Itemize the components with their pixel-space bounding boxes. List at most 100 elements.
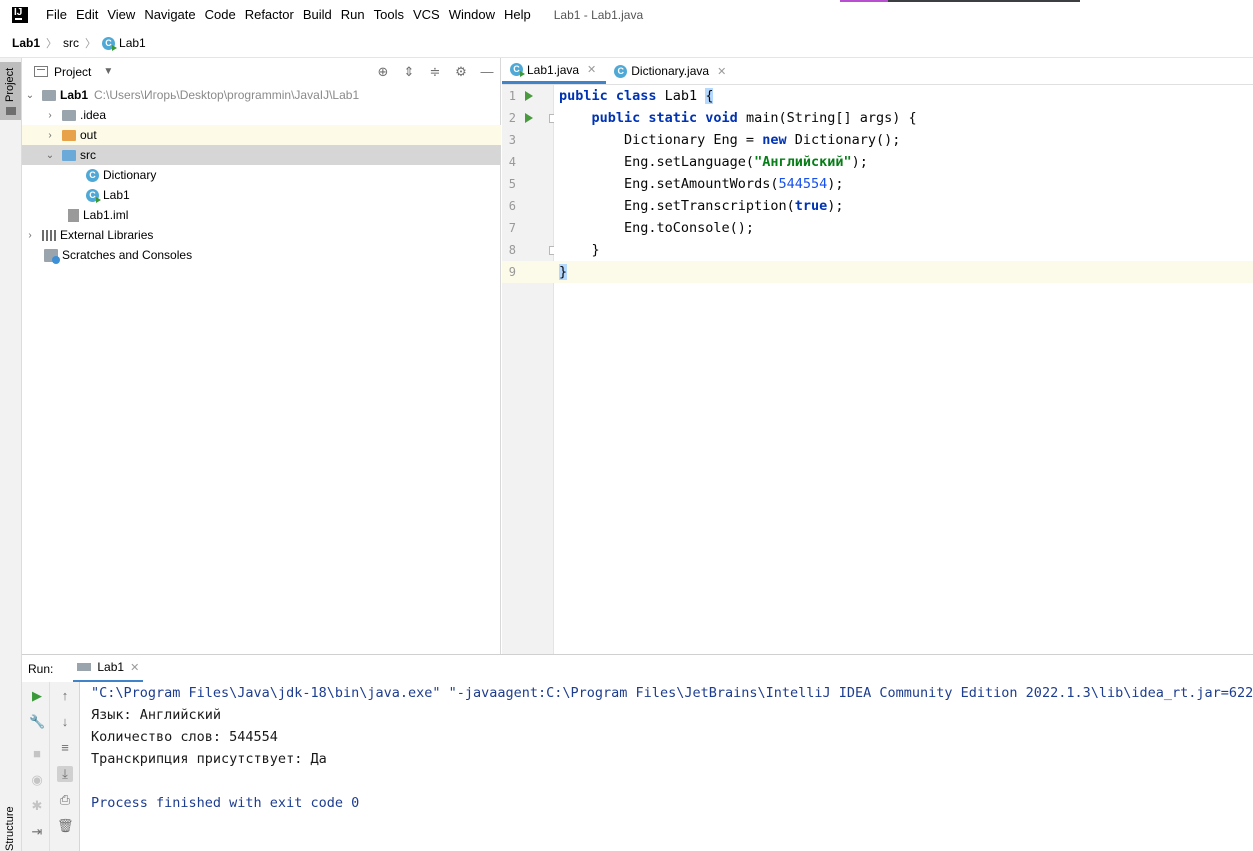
chevron-down-icon[interactable]: ⌄ — [24, 90, 36, 101]
project-tool-window-label[interactable]: Project — [4, 68, 16, 102]
line-number: 5 — [508, 177, 516, 191]
breadcrumb-class-label: Lab1 — [119, 36, 146, 50]
menu-view[interactable]: View — [107, 7, 135, 22]
tree-item-label: Dictionary — [103, 168, 157, 182]
wrench-icon[interactable]: 🔧 — [29, 714, 45, 730]
line-number: 4 — [508, 155, 516, 169]
excluded-folder-icon — [62, 129, 76, 141]
debug-icon[interactable]: ✱ — [29, 798, 45, 814]
structure-tool-window-label[interactable]: Structure — [4, 806, 16, 851]
tree-item-scratches[interactable]: Scratches and Consoles — [22, 245, 501, 265]
left-tool-strip — [0, 58, 22, 851]
menu-build[interactable]: Build — [303, 7, 332, 22]
camera-icon[interactable]: ◉ — [29, 772, 45, 788]
close-icon[interactable]: ✕ — [717, 65, 726, 78]
chevron-right-icon: 〉 — [85, 38, 97, 50]
project-panel-title[interactable]: Project — [54, 65, 91, 79]
runnable-class-icon: C — [102, 36, 118, 51]
breadcrumb-class[interactable]: C Lab1 — [102, 36, 146, 51]
menu-tools[interactable]: Tools — [374, 7, 404, 22]
menu-file[interactable]: File — [46, 7, 67, 22]
run-console[interactable]: "C:\Program Files\Java\jdk-18\bin\java.e… — [80, 682, 1253, 851]
editor-gutter[interactable]: 1 2 3 4 5 6 7 8 9 — [502, 85, 558, 654]
menu-run[interactable]: Run — [341, 7, 365, 22]
arrow-down-icon[interactable]: ↓ — [57, 714, 73, 730]
project-view-icon — [34, 66, 48, 77]
tree-item-idea[interactable]: › .idea — [22, 105, 501, 125]
line-number: 8 — [508, 243, 516, 257]
line-number: 2 — [508, 111, 516, 125]
tree-item-out[interactable]: › out — [22, 125, 501, 145]
class-icon: C — [614, 64, 628, 78]
chevron-down-icon[interactable]: ▼ — [103, 66, 113, 77]
console-line: Количество слов: 544554 — [91, 729, 278, 745]
chevron-right-icon: 〉 — [46, 38, 58, 50]
tree-item-lab1-iml[interactable]: Lab1.iml — [22, 205, 501, 225]
folder-icon — [62, 109, 76, 121]
close-icon[interactable]: ✕ — [130, 661, 139, 674]
expand-all-icon[interactable]: ⇕ — [402, 64, 416, 79]
run-tab-lab1[interactable]: Lab1 ✕ — [73, 655, 144, 683]
chevron-right-icon[interactable]: › — [44, 130, 56, 141]
run-panel-header: Run: Lab1 ✕ — [22, 654, 1253, 683]
locate-file-icon[interactable]: ⊕ — [376, 64, 390, 79]
run-class-icon[interactable] — [525, 91, 533, 101]
menu-refactor[interactable]: Refactor — [245, 7, 294, 22]
console-line: Язык: Английский — [91, 707, 222, 723]
tree-item-lab1-class[interactable]: C Lab1 — [22, 185, 501, 205]
runnable-class-icon: C — [510, 63, 525, 77]
run-main-icon[interactable] — [525, 113, 533, 123]
gear-icon[interactable]: ⚙ — [454, 64, 468, 79]
menu-navigate[interactable]: Navigate — [144, 7, 195, 22]
arrow-up-icon[interactable]: ↑ — [57, 688, 73, 704]
menu-window[interactable]: Window — [449, 7, 495, 22]
print-icon[interactable]: ⎙ — [57, 792, 73, 808]
menu-vcs[interactable]: VCS — [413, 7, 440, 22]
tree-item-lab1-root[interactable]: ⌄ Lab1 C:\Users\Игорь\Desktop\programmin… — [22, 85, 501, 105]
tab-label: Lab1.java — [527, 62, 580, 77]
collapse-all-icon[interactable]: ≑ — [428, 64, 442, 79]
run-config-icon — [77, 663, 92, 671]
chevron-right-icon[interactable]: › — [44, 110, 56, 121]
exit-icon[interactable]: ⇥ — [29, 824, 45, 840]
close-icon[interactable]: ✕ — [587, 63, 596, 76]
code-line-7: Eng.toConsole(); — [559, 220, 755, 236]
line-number: 3 — [508, 133, 516, 147]
tree-item-external-libraries[interactable]: › External Libraries — [22, 225, 501, 245]
console-line: "C:\Program Files\Java\jdk-18\bin\java.e… — [91, 685, 1253, 701]
line-number: 7 — [508, 221, 516, 235]
editor-tab-bar: C Lab1.java ✕ C Dictionary.java ✕ — [502, 58, 1253, 85]
tab-dictionary-java[interactable]: C Dictionary.java ✕ — [606, 58, 736, 84]
scroll-to-end-icon[interactable]: ⤓ — [57, 766, 73, 782]
line-number: 9 — [508, 265, 516, 279]
tree-item-dictionary[interactable]: C Dictionary — [22, 165, 501, 185]
class-icon: C — [86, 168, 99, 182]
code-line-1: public class Lab1 { — [559, 88, 714, 104]
rerun-icon[interactable]: ▶ — [29, 688, 45, 704]
trash-icon[interactable]: 🗑 — [57, 818, 74, 834]
soft-wrap-icon[interactable]: ≡ — [57, 740, 73, 756]
intellij-logo-icon: IJ — [12, 6, 28, 23]
iml-file-icon — [68, 208, 79, 222]
minimize-icon[interactable]: — — [480, 64, 494, 79]
code-editor[interactable]: public class Lab1 { public static void m… — [554, 85, 1253, 654]
menu-code[interactable]: Code — [205, 7, 236, 22]
menu-edit[interactable]: Edit — [76, 7, 98, 22]
scratches-icon — [44, 248, 60, 264]
tree-item-src[interactable]: ⌄ src — [22, 145, 501, 165]
source-folder-icon — [62, 149, 76, 161]
chevron-right-icon[interactable]: › — [24, 230, 36, 241]
tab-label: Dictionary.java — [631, 64, 710, 78]
chevron-down-icon[interactable]: ⌄ — [44, 150, 56, 161]
stop-icon[interactable]: ■ — [29, 746, 45, 762]
tab-lab1-java[interactable]: C Lab1.java ✕ — [502, 58, 607, 84]
code-line-9: } — [554, 261, 1253, 283]
menu-help[interactable]: Help — [504, 7, 531, 22]
breadcrumb-src[interactable]: src — [63, 36, 79, 50]
window-title: Lab1 - Lab1.java — [553, 7, 644, 22]
tree-item-path: C:\Users\Игорь\Desktop\programmin\JavaIJ… — [94, 88, 360, 102]
run-toolbar-secondary: ↑ ↓ ≡ ⤓ ⎙ 🗑 — [50, 682, 80, 851]
breadcrumb-project[interactable]: Lab1 — [12, 36, 40, 50]
tree-item-label: Lab1 — [103, 188, 130, 202]
code-line-3: Dictionary Eng = new Dictionary(); — [559, 132, 901, 148]
